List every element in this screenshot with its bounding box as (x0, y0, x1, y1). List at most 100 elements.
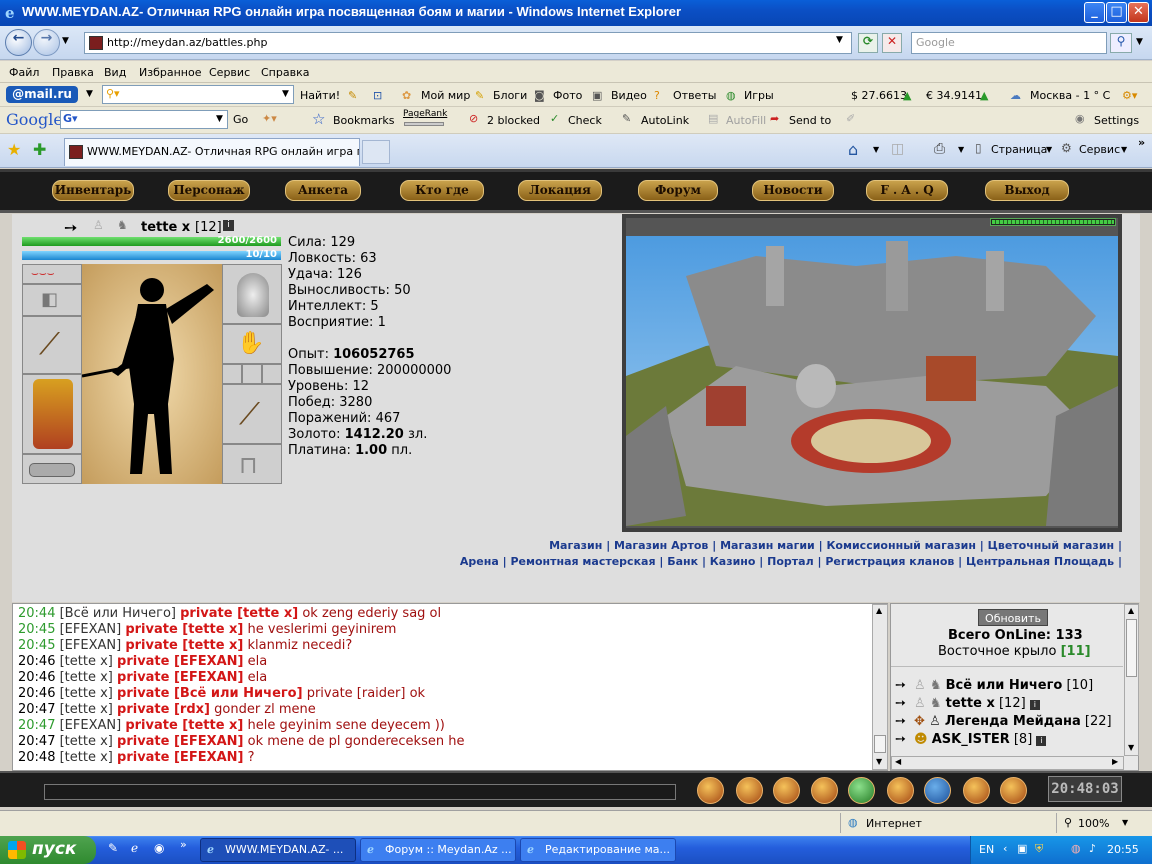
chat-private-target[interactable]: private [tette x] (125, 638, 243, 653)
sendto-button[interactable]: Send to (789, 114, 831, 127)
tray-volume-icon[interactable]: ♪ (1089, 842, 1096, 855)
tab-meydan[interactable]: WWW.MEYDAN.AZ- Отличная RPG онлайн игра … (64, 138, 360, 166)
taskbar-item-editing[interactable]: ℯ Редактирование ма... (520, 838, 676, 862)
footer-friends-icon[interactable] (887, 777, 914, 804)
google-logo[interactable]: Google (6, 110, 63, 129)
autolink-button[interactable]: AutoLink (641, 114, 689, 127)
link-commission-shop[interactable]: Комиссионный магазин (826, 539, 976, 552)
player-action-icon[interactable]: ➙ (895, 696, 906, 711)
online-hscrollbar[interactable]: ◀ ▶ (891, 756, 1124, 770)
google-history-icon[interactable]: ▼ (216, 114, 223, 124)
chat-sender[interactable]: [tette x] (60, 734, 113, 749)
chat-private-target[interactable]: private [rdx] (117, 702, 210, 717)
quicklaunch-messenger-icon[interactable]: ✎ (108, 841, 118, 855)
link-shop[interactable]: Магазин (549, 539, 602, 552)
menu-help[interactable]: Справка (261, 66, 309, 79)
action-arrow-icon[interactable]: ➙ (64, 218, 77, 237)
slot-boots[interactable]: ⊓ (222, 444, 282, 484)
slot-weapon-right[interactable]: ⟋ (222, 384, 282, 444)
footer-clan-icon[interactable] (963, 777, 990, 804)
scroll-down-icon[interactable]: ▼ (1128, 743, 1134, 752)
start-button[interactable]: пуск (0, 836, 96, 864)
player-info-icon[interactable]: i (1036, 736, 1047, 746)
nav-exit[interactable]: Выход (985, 180, 1069, 201)
slot-armor[interactable] (22, 374, 82, 454)
security-zone[interactable]: Интернет (866, 817, 922, 830)
search-go-icon[interactable]: ⚲ (1110, 33, 1132, 53)
pen-icon[interactable]: ✐ (846, 112, 855, 125)
quicklaunch-overflow-icon[interactable]: » (180, 838, 187, 851)
slot-necklace[interactable]: ⌣⌣⌣ (22, 264, 82, 284)
menu-favorites[interactable]: Избранное (139, 66, 201, 79)
eur-rate[interactable]: € 34.9141 (926, 89, 982, 102)
player-name[interactable]: Всё или Ничего (946, 678, 1063, 693)
pagerank-label[interactable]: PageRank (403, 109, 447, 119)
mailru-dropdown-icon[interactable]: ▼ (86, 89, 93, 99)
refresh-icon[interactable]: ⟳ (858, 33, 878, 53)
footer-smiley-icon[interactable] (773, 777, 800, 804)
link-bank[interactable]: Банк (667, 555, 698, 568)
nav-who-where[interactable]: Кто где (400, 180, 484, 201)
player-action-icon[interactable]: ➙ (895, 678, 906, 693)
home-icon[interactable]: ⌂ (848, 140, 858, 159)
tools-menu[interactable]: Сервис (1079, 143, 1120, 156)
minimize-button[interactable]: _ (1084, 2, 1105, 23)
page-dropdown-icon[interactable]: ▼ (1046, 145, 1052, 154)
mailru-tools-icon[interactable]: ⚙▾ (1122, 89, 1137, 102)
mailru-answers[interactable]: Ответы (673, 89, 716, 102)
nav-faq[interactable]: F . A . Q (866, 180, 948, 201)
footer-mail-icon[interactable] (848, 777, 875, 804)
nav-news[interactable]: Новости (752, 180, 834, 201)
feeds-icon[interactable]: ◫ (891, 141, 904, 157)
footer-exit-icon[interactable] (697, 777, 724, 804)
tools-dropdown-icon[interactable]: ▼ (1121, 145, 1127, 154)
chat-sender[interactable]: [tette x] (60, 750, 113, 765)
maximize-button[interactable]: □ (1106, 2, 1127, 23)
player-info-icon[interactable]: i (1029, 700, 1040, 710)
refresh-button[interactable]: Обновить (978, 609, 1048, 626)
slot-ring-1[interactable] (222, 364, 242, 384)
chat-sender[interactable]: [tette x] (60, 670, 113, 685)
chat-input[interactable] (44, 784, 676, 800)
scroll-up-icon[interactable]: ▲ (1128, 606, 1134, 615)
scroll-right-icon[interactable]: ▶ (1112, 757, 1118, 766)
chat-private-target[interactable]: private [Всё или Ничего] (117, 686, 303, 701)
stop-icon[interactable]: ✕ (882, 33, 902, 53)
print-dropdown-icon[interactable]: ▼ (958, 145, 964, 154)
tray-collapse-icon[interactable]: ‹ (1003, 842, 1007, 855)
chat-scroll-thumb[interactable] (874, 735, 886, 753)
link-magic-shop[interactable]: Магазин магии (720, 539, 815, 552)
chat-private-target[interactable]: private [EFEXAN] (117, 654, 243, 669)
link-repair-shop[interactable]: Ремонтная мастерская (510, 555, 655, 568)
toolbar-overflow-icon[interactable]: » (1138, 136, 1145, 149)
chat-sender[interactable]: [Всё или Ничего] (60, 606, 176, 621)
chat-sender[interactable]: [EFEXAN] (60, 622, 122, 637)
tray-security-icon[interactable]: ⛨ (1035, 842, 1043, 856)
google-extras-icon[interactable]: ✦▾ (262, 112, 277, 125)
chat-sender[interactable]: [tette x] (60, 702, 113, 717)
print-icon[interactable]: ⎙ (934, 141, 945, 157)
google-go-button[interactable]: Go (233, 113, 248, 126)
footer-alert-icon[interactable] (811, 777, 838, 804)
scroll-down-icon[interactable]: ▼ (876, 757, 882, 766)
slot-helmet[interactable] (222, 264, 282, 324)
mailru-search-dropdown-icon[interactable]: ▼ (282, 89, 289, 99)
footer-scroll-icon[interactable] (736, 777, 763, 804)
info-icon[interactable]: i (223, 220, 234, 231)
address-dropdown-icon[interactable]: ▼ (836, 35, 843, 45)
favorites-star-icon[interactable]: ★ (7, 140, 21, 159)
link-arena[interactable]: Арена (460, 555, 499, 568)
chat-sender[interactable]: [EFEXAN] (60, 718, 122, 733)
menu-view[interactable]: Вид (104, 66, 126, 79)
mailru-moy-mir[interactable]: Мой мир (421, 89, 470, 102)
history-dropdown-icon[interactable]: ▼ (62, 36, 69, 46)
add-favorite-icon[interactable]: ✚ (33, 140, 46, 159)
mailru-logo[interactable]: @mail.ru (6, 86, 78, 103)
location-image[interactable] (622, 214, 1122, 532)
nav-inventory[interactable]: Инвентарь (52, 180, 134, 201)
popups-blocked[interactable]: 2 blocked (487, 114, 540, 127)
link-portal[interactable]: Портал (767, 555, 814, 568)
usd-rate[interactable]: $ 27.6613 (851, 89, 907, 102)
chat-private-target[interactable]: private [EFEXAN] (117, 670, 243, 685)
google-search-input[interactable]: G▾ ▼ (60, 110, 228, 129)
